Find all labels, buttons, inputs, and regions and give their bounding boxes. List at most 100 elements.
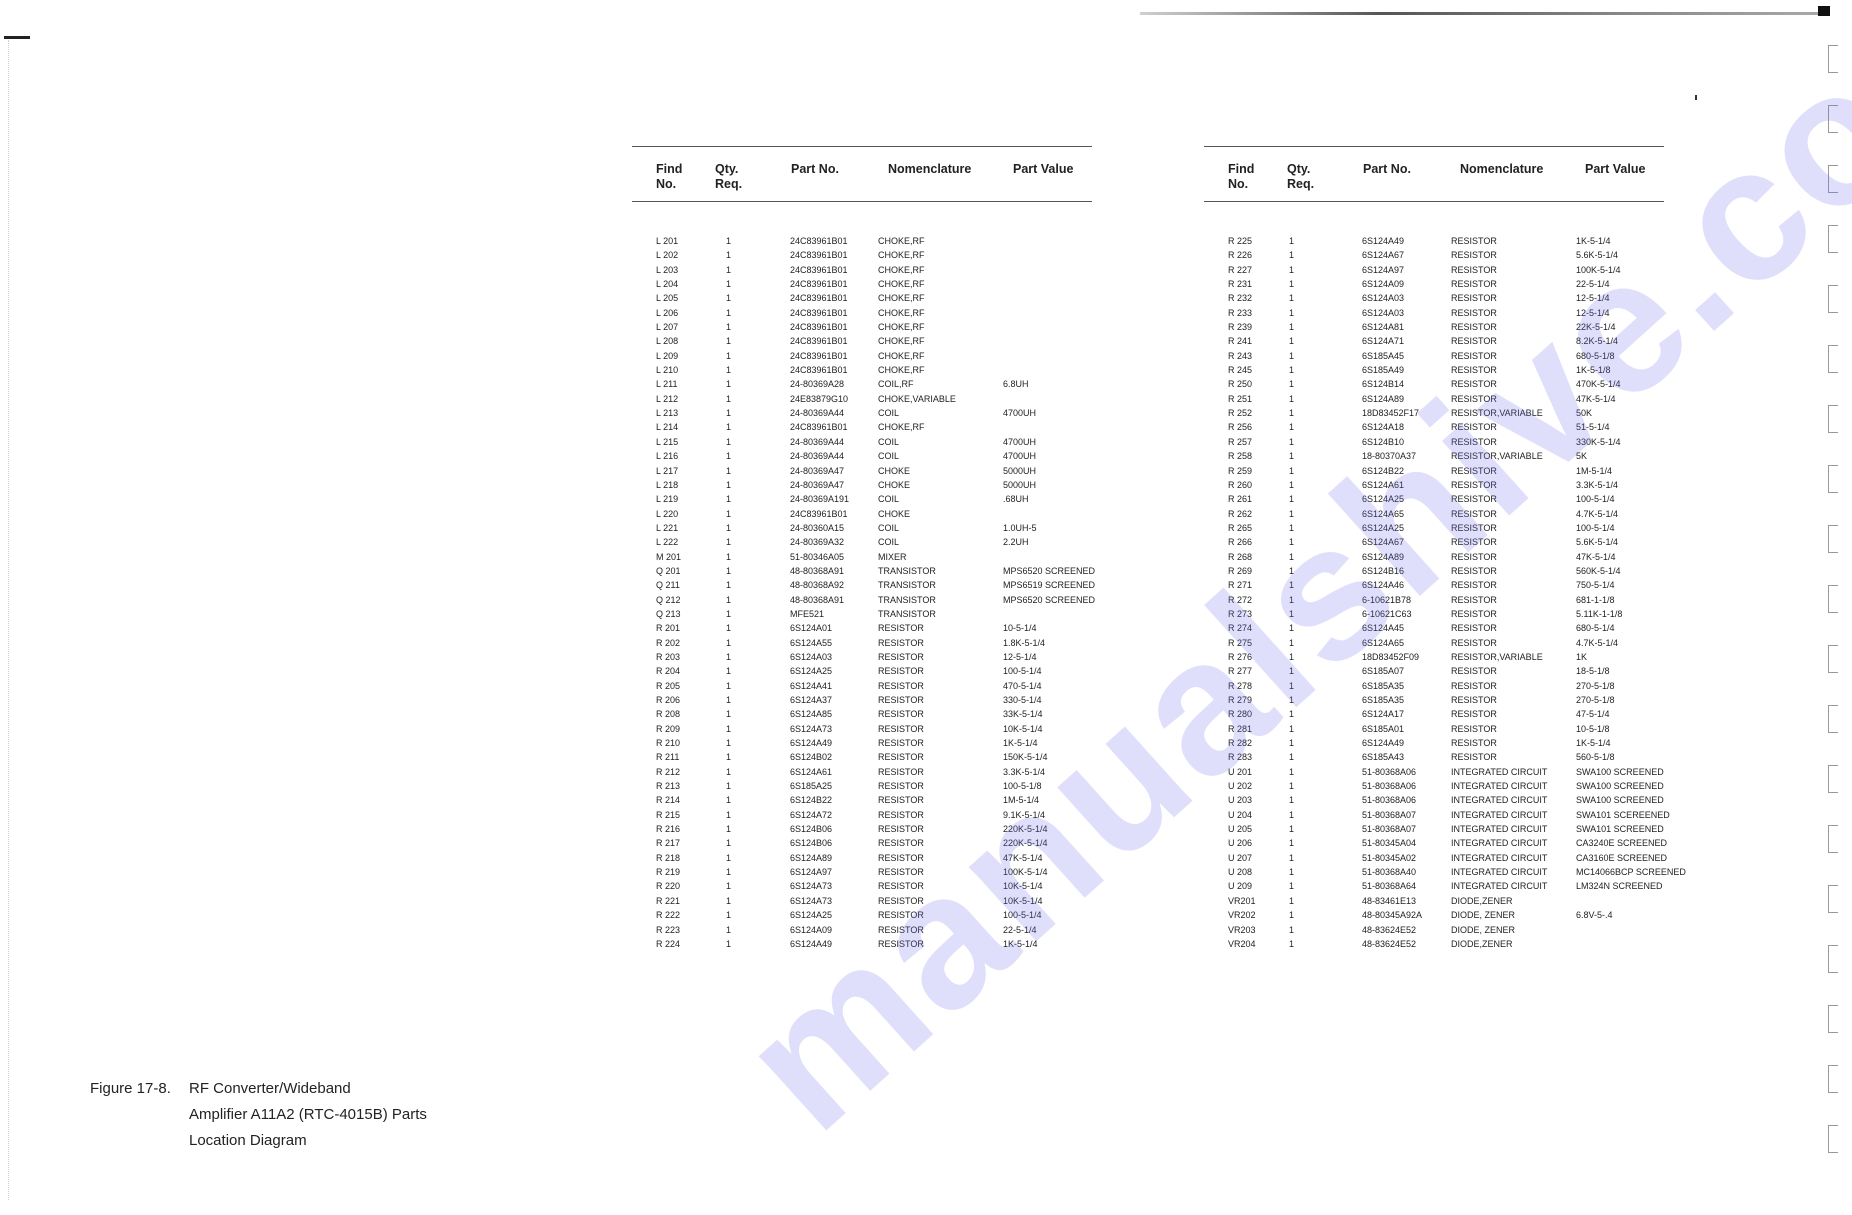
- cell-find-no: Q 201: [656, 565, 681, 576]
- cell-nomenclature: RESISTOR: [878, 809, 924, 820]
- cell-part-no: 24C83961B01: [790, 293, 848, 304]
- cell-nomenclature: RESISTOR: [1451, 465, 1497, 476]
- cell-find-no: R 220: [656, 881, 681, 892]
- cell-part-no: 24-80369A28: [790, 379, 845, 390]
- edge-tab: [1828, 525, 1838, 553]
- cell-part-no: 6S124A41: [790, 680, 833, 691]
- cell-qty: 1: [726, 393, 732, 404]
- edge-tab: [1828, 585, 1838, 613]
- cell-part-no: 6S124A55: [790, 637, 833, 648]
- cell-part-no: 51-80346A05: [790, 551, 845, 562]
- cell-part-no: 6S124A73: [790, 881, 833, 892]
- cell-part-value: 12-5-1/4: [1576, 307, 1610, 318]
- cell-find-no: R 217: [656, 838, 681, 849]
- cell-part-no: 6S185A35: [1362, 680, 1405, 691]
- cell-part-no: 24C83961B01: [790, 365, 848, 376]
- cell-qty: 1: [1289, 752, 1295, 763]
- cell-part-no: 24-80369A32: [790, 537, 845, 548]
- col-header-qty-line2: Req.: [715, 177, 743, 191]
- cell-find-no: U 204: [1228, 809, 1253, 820]
- cell-qty: 1: [726, 408, 732, 419]
- cell-find-no: R 256: [1228, 422, 1253, 433]
- cell-part-value: 150K-5-1/4: [1003, 752, 1048, 763]
- cell-part-no: 51-80368A06: [1362, 795, 1417, 806]
- cell-part-value: 1K-5-1/4: [1576, 236, 1611, 246]
- cell-nomenclature: RESISTOR: [1451, 322, 1497, 333]
- cell-part-no: 48-83624E52: [1362, 924, 1417, 935]
- cell-part-value: 47-5-1/4: [1576, 709, 1610, 720]
- cell-part-no: 6S124A89: [1362, 551, 1405, 562]
- cell-part-value: 100-5-1/4: [1003, 910, 1042, 921]
- cell-nomenclature: RESISTOR: [878, 910, 924, 921]
- cell-part-value: 5000UH: [1003, 479, 1037, 490]
- cell-find-no: U 209: [1228, 881, 1253, 892]
- cell-part-no: 6S124B22: [790, 795, 833, 806]
- cell-qty: 1: [726, 264, 732, 275]
- cell-part-no: 51-80368A06: [1362, 766, 1417, 777]
- cell-part-no: 6S124A67: [1362, 250, 1405, 261]
- cell-qty: 1: [1289, 236, 1295, 246]
- cell-nomenclature: CHOKE: [878, 479, 911, 490]
- cell-find-no: R 266: [1228, 537, 1253, 548]
- cell-nomenclature: RESISTOR: [1451, 551, 1497, 562]
- cell-qty: 1: [1289, 852, 1295, 863]
- cell-find-no: R 280: [1228, 709, 1253, 720]
- cell-find-no: L 203: [656, 264, 679, 275]
- cell-part-value: 3.3K-5-1/4: [1576, 479, 1619, 490]
- cell-find-no: R 214: [656, 795, 681, 806]
- cell-part-value: 100-5-1/4: [1576, 494, 1615, 505]
- cell-part-no: 48-80368A92: [790, 580, 845, 591]
- cell-nomenclature: RESISTOR: [1451, 479, 1497, 490]
- cell-nomenclature: RESISTOR: [1451, 623, 1497, 634]
- cell-nomenclature: RESISTOR: [1451, 680, 1497, 691]
- cell-qty: 1: [726, 824, 732, 835]
- cell-nomenclature: INTEGRATED CIRCUIT: [1451, 809, 1548, 820]
- cell-find-no: L 206: [656, 307, 679, 318]
- cell-nomenclature: RESISTOR: [1451, 279, 1497, 290]
- cell-qty: 1: [726, 236, 732, 246]
- cell-find-no: U 205: [1228, 824, 1253, 835]
- col-header-qty-line1: Qty.: [1287, 162, 1311, 176]
- cell-qty: 1: [1289, 680, 1295, 691]
- cell-nomenclature: TRANSISTOR: [878, 608, 936, 619]
- cell-qty: 1: [726, 479, 732, 490]
- cell-nomenclature: CHOKE,RF: [878, 293, 925, 304]
- cell-nomenclature: CHOKE,RF: [878, 422, 925, 433]
- cell-qty: 1: [726, 422, 732, 433]
- cell-part-value: 10K-5-1/4: [1003, 881, 1043, 892]
- col-header-qty: Qty. Req.: [715, 162, 742, 192]
- cell-part-value: 50K: [1576, 408, 1593, 419]
- cell-qty: 1: [1289, 824, 1295, 835]
- cell-find-no: R 252: [1228, 408, 1253, 419]
- cell-find-no: R 269: [1228, 565, 1253, 576]
- cell-nomenclature: RESISTOR,VARIABLE: [1451, 651, 1543, 662]
- cell-part-value: 100K-5-1/4: [1576, 264, 1621, 275]
- cell-find-no: L 212: [656, 393, 679, 404]
- cell-part-no: 6S124B02: [790, 752, 833, 763]
- cell-part-value: 470K-5-1/4: [1576, 379, 1621, 390]
- cell-find-no: R 216: [656, 824, 681, 835]
- cell-part-no: 6S124B14: [1362, 379, 1405, 390]
- cell-nomenclature: INTEGRATED CIRCUIT: [1451, 795, 1548, 806]
- cell-find-no: L 211: [656, 379, 678, 390]
- cell-qty: 1: [726, 852, 732, 863]
- cell-nomenclature: INTEGRATED CIRCUIT: [1451, 852, 1548, 863]
- cell-part-no: 6S124A65: [1362, 508, 1405, 519]
- cell-nomenclature: RESISTOR: [1451, 336, 1497, 347]
- watermark: manualshive.com: [702, 0, 1852, 1170]
- cell-part-value: 1K-5-1/4: [1003, 738, 1038, 749]
- cell-find-no: R 257: [1228, 436, 1253, 447]
- cell-part-value: 270-5-1/8: [1576, 695, 1615, 705]
- cell-find-no: R 208: [656, 709, 681, 720]
- cell-part-no: 6S124B06: [790, 824, 833, 835]
- cell-find-no: R 210: [656, 738, 681, 749]
- cell-nomenclature: RESISTOR: [1451, 594, 1497, 605]
- cell-part-value: 51-5-1/4: [1576, 422, 1610, 433]
- cell-qty: 1: [726, 637, 732, 648]
- cell-part-no: 6S124A71: [1362, 336, 1405, 347]
- cell-part-value: 18-5-1/8: [1576, 666, 1610, 677]
- cell-qty: 1: [726, 565, 732, 576]
- cell-part-value: 1.8K-5-1/4: [1003, 637, 1046, 648]
- cell-part-no: 48-80345A92A: [1362, 910, 1423, 921]
- cell-part-value: 220K-5-1/4: [1003, 838, 1048, 849]
